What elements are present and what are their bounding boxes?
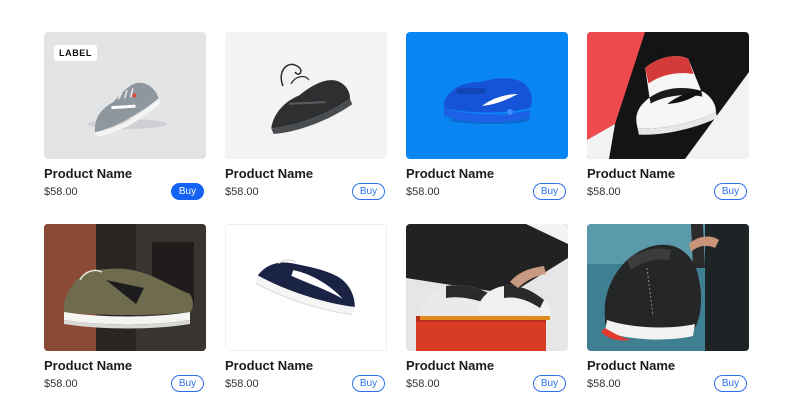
product-name: Product Name xyxy=(587,358,676,373)
product-name: Product Name xyxy=(225,358,314,373)
product-name: Product Name xyxy=(587,166,676,181)
product-grid: LABEL Product Name $58.00 Buy Product Na… xyxy=(0,0,800,419)
label-badge: LABEL xyxy=(54,45,97,61)
black-running-shoe-image xyxy=(225,32,387,159)
product-image[interactable]: LABEL xyxy=(44,32,206,159)
product-name: Product Name xyxy=(406,166,495,181)
product-card[interactable]: Product Name $58.00 Buy xyxy=(406,32,568,200)
product-price: $58.00 xyxy=(587,186,621,198)
product-price: $58.00 xyxy=(44,186,78,198)
product-image[interactable] xyxy=(587,224,749,351)
product-price: $58.00 xyxy=(406,378,440,390)
red-white-high-top-shoe-image xyxy=(587,32,749,159)
buy-button[interactable]: Buy xyxy=(352,183,385,200)
product-card[interactable]: LABEL Product Name $58.00 Buy xyxy=(44,32,206,200)
product-card[interactable]: Product Name $58.00 Buy xyxy=(44,224,206,392)
product-image[interactable] xyxy=(44,224,206,351)
product-card[interactable]: Product Name $58.00 Buy xyxy=(225,32,387,200)
navy-puma-shoe-image xyxy=(226,225,386,350)
product-name: Product Name xyxy=(406,358,495,373)
product-card[interactable]: Product Name $58.00 Buy xyxy=(406,224,568,392)
buy-button[interactable]: Buy xyxy=(171,183,204,200)
product-name: Product Name xyxy=(44,166,133,181)
product-image[interactable] xyxy=(225,32,387,159)
product-price: $58.00 xyxy=(587,378,621,390)
buy-button[interactable]: Buy xyxy=(533,375,566,392)
product-card[interactable]: Product Name $58.00 Buy xyxy=(587,32,749,200)
product-name: Product Name xyxy=(44,358,133,373)
product-price: $58.00 xyxy=(406,186,440,198)
buy-button[interactable]: Buy xyxy=(714,375,747,392)
product-price: $58.00 xyxy=(225,378,259,390)
product-name: Product Name xyxy=(225,166,314,181)
product-price: $58.00 xyxy=(225,186,259,198)
black-red-jordan-shoe-image xyxy=(587,224,749,351)
blue-air-max-shoe-image xyxy=(406,32,568,159)
buy-button[interactable]: Buy xyxy=(352,375,385,392)
product-image[interactable] xyxy=(587,32,749,159)
product-card[interactable]: Product Name $58.00 Buy xyxy=(587,224,749,392)
product-image[interactable] xyxy=(406,224,568,351)
pair-on-shoebox-image xyxy=(406,224,568,351)
buy-button[interactable]: Buy xyxy=(533,183,566,200)
olive-new-balance-shoe-image xyxy=(44,224,206,351)
product-image[interactable] xyxy=(225,224,387,351)
product-price: $58.00 xyxy=(44,378,78,390)
product-image[interactable] xyxy=(406,32,568,159)
product-card[interactable]: Product Name $58.00 Buy xyxy=(225,224,387,392)
buy-button[interactable]: Buy xyxy=(171,375,204,392)
buy-button[interactable]: Buy xyxy=(714,183,747,200)
